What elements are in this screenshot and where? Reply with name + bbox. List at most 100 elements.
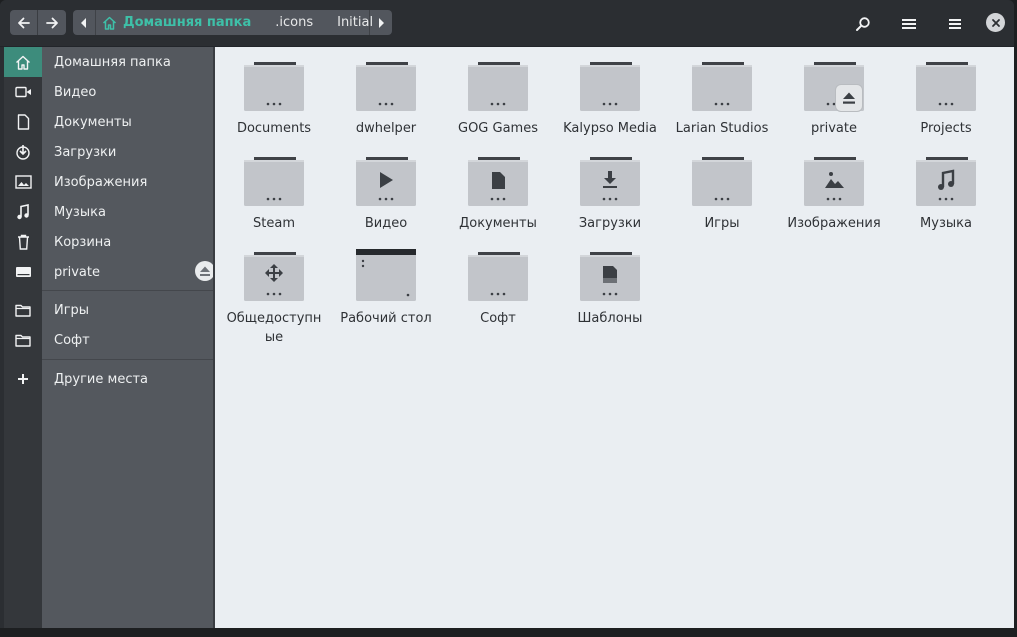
- breadcrumb-label: Домашняя папка: [123, 15, 252, 30]
- view-options-button[interactable]: [897, 12, 921, 36]
- folder-icon: [468, 59, 528, 111]
- folder-icon: [692, 154, 752, 206]
- sidebar-item-label: Домашняя папка: [54, 54, 171, 70]
- document-icon: [4, 107, 42, 137]
- file-name: Документы: [459, 216, 537, 231]
- sidebar-item-trash[interactable]: Корзина: [4, 227, 213, 257]
- file-item[interactable]: Загрузки: [554, 154, 666, 233]
- menu-icon: [949, 19, 961, 29]
- file-view: Documents dwhelper GOG Games Kalypso Media L…: [215, 47, 1014, 628]
- file-name: Загрузки: [578, 216, 642, 231]
- search-icon: [856, 17, 870, 31]
- breadcrumb-icons[interactable]: .icons: [263, 10, 325, 35]
- folder-public-icon: [244, 249, 304, 301]
- sidebar-item-label: Документы: [54, 114, 132, 130]
- sidebar-item-home[interactable]: Домашняя папка: [4, 47, 213, 77]
- sidebar: Домашняя папка Видео Документы Загрузки …: [4, 47, 215, 628]
- sidebar-item-soft[interactable]: Софт: [4, 325, 213, 355]
- file-manager-window: Домашняя папка .icons Initial Домашняя п…: [0, 0, 1014, 628]
- sidebar-item-label: Игры: [54, 302, 90, 318]
- sidebar-item-pictures[interactable]: Изображения: [4, 167, 213, 197]
- file-item[interactable]: Steam: [218, 154, 330, 233]
- path-bar: Домашняя папка .icons Initial: [73, 10, 392, 35]
- plus-icon: [4, 364, 42, 394]
- sidebar-item-downloads[interactable]: Загрузки: [4, 137, 213, 167]
- file-item[interactable]: Рабочий стол: [330, 249, 442, 328]
- breadcrumb-home[interactable]: Домашняя папка: [96, 10, 263, 35]
- breadcrumb-label: Initial: [337, 15, 374, 30]
- arrow-left-icon: [17, 17, 30, 28]
- file-name: Larian Studios: [675, 121, 769, 136]
- folder-icon: [580, 59, 640, 111]
- file-name: private: [811, 121, 857, 136]
- folder-documents-icon: [468, 154, 528, 206]
- file-item[interactable]: Larian Studios: [666, 59, 778, 138]
- file-name: dwhelper: [355, 121, 417, 136]
- sidebar-item-video[interactable]: Видео: [4, 77, 213, 107]
- file-item[interactable]: Видео: [330, 154, 442, 233]
- sidebar-item-label: Загрузки: [54, 144, 117, 160]
- file-item[interactable]: private: [778, 59, 890, 138]
- folder-music-icon: [916, 154, 976, 206]
- folder-icon: [244, 59, 304, 111]
- folder-icon: [244, 154, 304, 206]
- list-view-icon: [902, 19, 916, 29]
- triangle-left-icon: [81, 17, 86, 28]
- file-item[interactable]: Общедоступные: [218, 249, 330, 347]
- path-scroll-left-button[interactable]: [73, 10, 96, 35]
- sidebar-separator: [42, 290, 213, 291]
- file-item[interactable]: Софт: [442, 249, 554, 328]
- file-name: Kalypso Media: [563, 121, 657, 136]
- file-name: Шаблоны: [577, 311, 643, 326]
- close-icon: [991, 18, 1000, 27]
- home-icon: [102, 16, 117, 30]
- folder-video-icon: [356, 154, 416, 206]
- file-item[interactable]: Игры: [666, 154, 778, 233]
- folder-icon: [916, 59, 976, 111]
- eject-icon: [200, 266, 210, 276]
- triangle-right-icon: [379, 17, 384, 28]
- file-item[interactable]: Изображения: [778, 154, 890, 233]
- sidebar-item-private[interactable]: private: [4, 257, 213, 287]
- file-item[interactable]: Documents: [218, 59, 330, 138]
- eject-button[interactable]: [835, 84, 863, 112]
- sidebar-item-music[interactable]: Музыка: [4, 197, 213, 227]
- file-item[interactable]: dwhelper: [330, 59, 442, 138]
- file-name: Documents: [236, 121, 312, 136]
- file-item[interactable]: Kalypso Media: [554, 59, 666, 138]
- sidebar-item-other-locations[interactable]: Другие места: [4, 364, 213, 394]
- sidebar-item-documents[interactable]: Документы: [4, 107, 213, 137]
- folder-pictures-icon: [804, 154, 864, 206]
- file-name: Игры: [704, 216, 740, 231]
- file-name: Projects: [920, 121, 972, 136]
- file-name: Steam: [253, 216, 295, 231]
- close-button[interactable]: [986, 13, 1005, 32]
- forward-button[interactable]: [38, 10, 66, 35]
- file-item[interactable]: Projects: [890, 59, 1002, 138]
- back-button[interactable]: [10, 10, 38, 35]
- sidebar-item-games[interactable]: Игры: [4, 295, 213, 325]
- video-icon: [4, 77, 42, 107]
- sidebar-item-label: Музыка: [54, 204, 106, 220]
- folder-icon: [468, 249, 528, 301]
- file-name: Музыка: [920, 216, 972, 231]
- sidebar-item-label: Другие места: [54, 371, 149, 387]
- folder-download-icon: [580, 154, 640, 206]
- desktop-folder-icon: [356, 249, 416, 301]
- folder-templates-icon: [580, 249, 640, 301]
- file-name: GOG Games: [458, 121, 538, 136]
- file-item[interactable]: GOG Games: [442, 59, 554, 138]
- music-icon: [4, 197, 42, 227]
- file-item[interactable]: Музыка: [890, 154, 1002, 233]
- file-name: Изображения: [787, 216, 881, 231]
- path-scroll-right-button[interactable]: [369, 10, 392, 35]
- image-icon: [4, 167, 42, 197]
- breadcrumb-label: .icons: [275, 15, 314, 30]
- file-item[interactable]: Документы: [442, 154, 554, 233]
- folder-icon: [4, 295, 42, 325]
- main-menu-button[interactable]: [943, 12, 967, 36]
- search-button[interactable]: [851, 12, 875, 36]
- file-item[interactable]: Шаблоны: [554, 249, 666, 328]
- eject-button[interactable]: [195, 261, 215, 281]
- sidebar-item-label: private: [54, 264, 100, 280]
